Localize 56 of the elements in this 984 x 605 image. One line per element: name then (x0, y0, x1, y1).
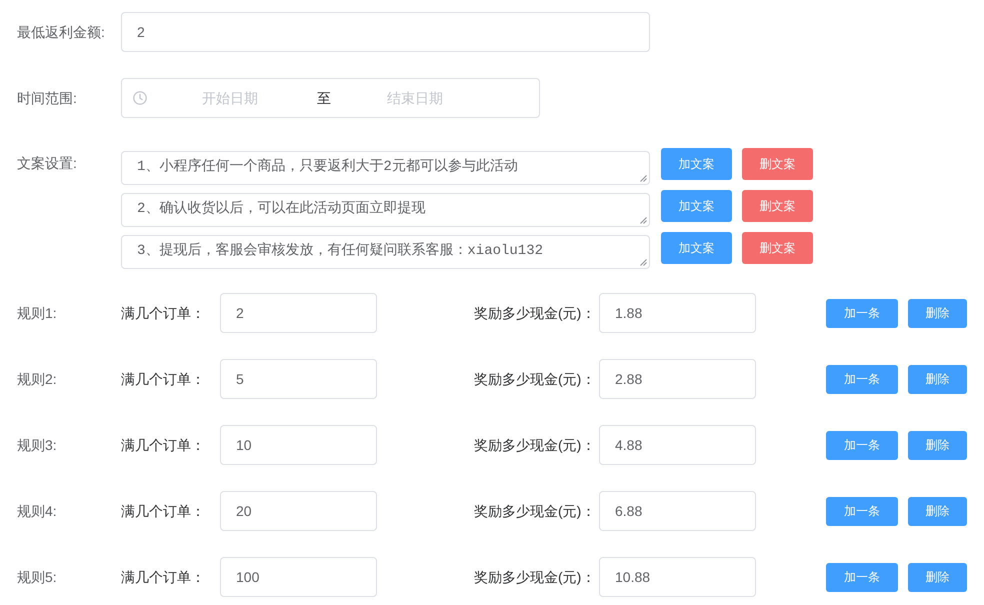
reward-label: 奖励多少现金(元)： (474, 304, 596, 323)
rule-label: 规则5: (17, 568, 58, 586)
add-copy-button[interactable]: 加文案 (661, 148, 732, 180)
reward-input[interactable]: 1.88 (599, 293, 756, 333)
rule-label: 规则2: (17, 370, 58, 388)
orders-input[interactable]: 20 (220, 491, 377, 531)
field-label: 时间范围: (17, 88, 78, 108)
text-area[interactable]: 1、小程序任何一个商品，只要返利大于2元都可以参与此活动 (121, 151, 650, 185)
delete-copy-button[interactable]: 删文案 (742, 148, 813, 180)
orders-label: 满几个订单： (121, 370, 206, 388)
reward-input[interactable]: 10.88 (599, 557, 756, 597)
add-copy-button[interactable]: 加文案 (661, 232, 732, 264)
resize-grip-icon[interactable] (640, 259, 647, 266)
end-date-input[interactable]: 结束日期 (340, 88, 490, 108)
rule-label: 规则4: (17, 502, 58, 520)
text-area[interactable]: 3、提现后，客服会审核发放，有任何疑问联系客服：xiaolu132 (121, 235, 650, 269)
delete-rule-button[interactable]: 删除 (908, 364, 967, 394)
reward-label: 奖励多少现金(元)： (474, 568, 596, 587)
orders-input[interactable]: 100 (220, 557, 377, 597)
delete-rule-button[interactable]: 删除 (908, 298, 967, 328)
delete-rule-button[interactable]: 删除 (908, 430, 967, 460)
orders-input[interactable]: 2 (220, 293, 377, 333)
add-rule-button[interactable]: 加一条 (826, 364, 898, 394)
add-rule-button[interactable]: 加一条 (826, 430, 898, 460)
resize-grip-icon[interactable] (640, 217, 647, 224)
field-label: 最低返利金额: (17, 22, 106, 42)
text-area[interactable]: 2、确认收货以后，可以在此活动页面立即提现 (121, 193, 650, 227)
add-rule-button[interactable]: 加一条 (826, 496, 898, 526)
reward-label: 奖励多少现金(元)： (474, 502, 596, 521)
delete-rule-button[interactable]: 删除 (908, 562, 967, 592)
range-separator: 至 (317, 88, 331, 108)
orders-input[interactable]: 5 (220, 359, 377, 399)
reward-label: 奖励多少现金(元)： (474, 436, 596, 455)
clock-icon (133, 91, 147, 105)
resize-grip-icon[interactable] (640, 175, 647, 182)
field-label: 文案设置: (17, 154, 78, 173)
add-rule-button[interactable]: 加一条 (826, 298, 898, 328)
orders-label: 满几个订单： (121, 568, 206, 586)
reward-input[interactable]: 6.88 (599, 491, 756, 531)
rule-label: 规则1: (17, 304, 58, 322)
orders-label: 满几个订单： (121, 436, 206, 454)
delete-copy-button[interactable]: 删文案 (742, 232, 813, 264)
orders-label: 满几个订单： (121, 502, 206, 520)
min-rebate-input[interactable]: 2 (121, 12, 650, 52)
delete-copy-button[interactable]: 删文案 (742, 190, 813, 222)
start-date-input[interactable]: 开始日期 (155, 88, 305, 108)
rule-label: 规则3: (17, 436, 58, 454)
add-rule-button[interactable]: 加一条 (826, 562, 898, 592)
date-range-field[interactable]: 开始日期 至 结束日期 (121, 78, 540, 118)
reward-input[interactable]: 4.88 (599, 425, 756, 465)
orders-label: 满几个订单： (121, 304, 206, 322)
reward-input[interactable]: 2.88 (599, 359, 756, 399)
orders-input[interactable]: 10 (220, 425, 377, 465)
delete-rule-button[interactable]: 删除 (908, 496, 967, 526)
reward-label: 奖励多少现金(元)： (474, 370, 596, 389)
add-copy-button[interactable]: 加文案 (661, 190, 732, 222)
